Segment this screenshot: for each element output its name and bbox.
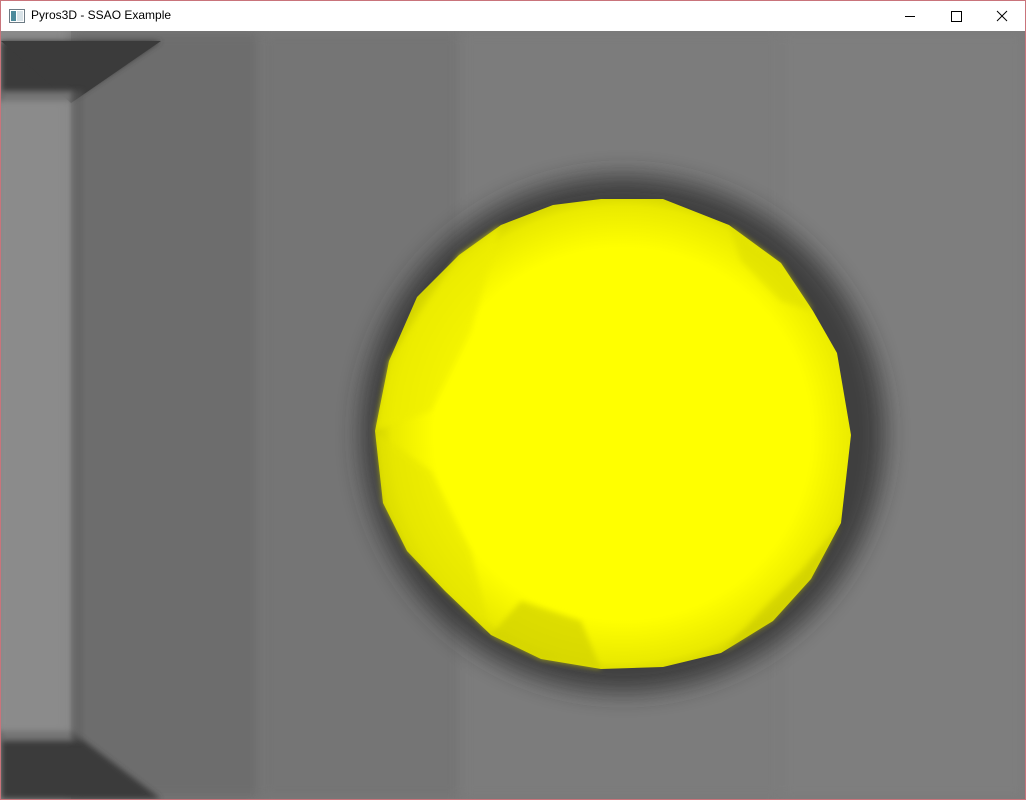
close-button[interactable] [979,1,1025,31]
application-window: Pyros3D - SSAO Example [0,0,1026,800]
render-viewport[interactable] [1,31,1025,799]
maximize-icon [951,11,962,22]
ssao-scene [1,31,1025,799]
minimize-button[interactable] [887,1,933,31]
maximize-button[interactable] [933,1,979,31]
app-window-icon [9,9,25,23]
minimize-icon [905,16,915,17]
title-bar[interactable]: Pyros3D - SSAO Example [1,1,1025,31]
window-title: Pyros3D - SSAO Example [31,8,172,22]
close-icon [996,10,1008,22]
